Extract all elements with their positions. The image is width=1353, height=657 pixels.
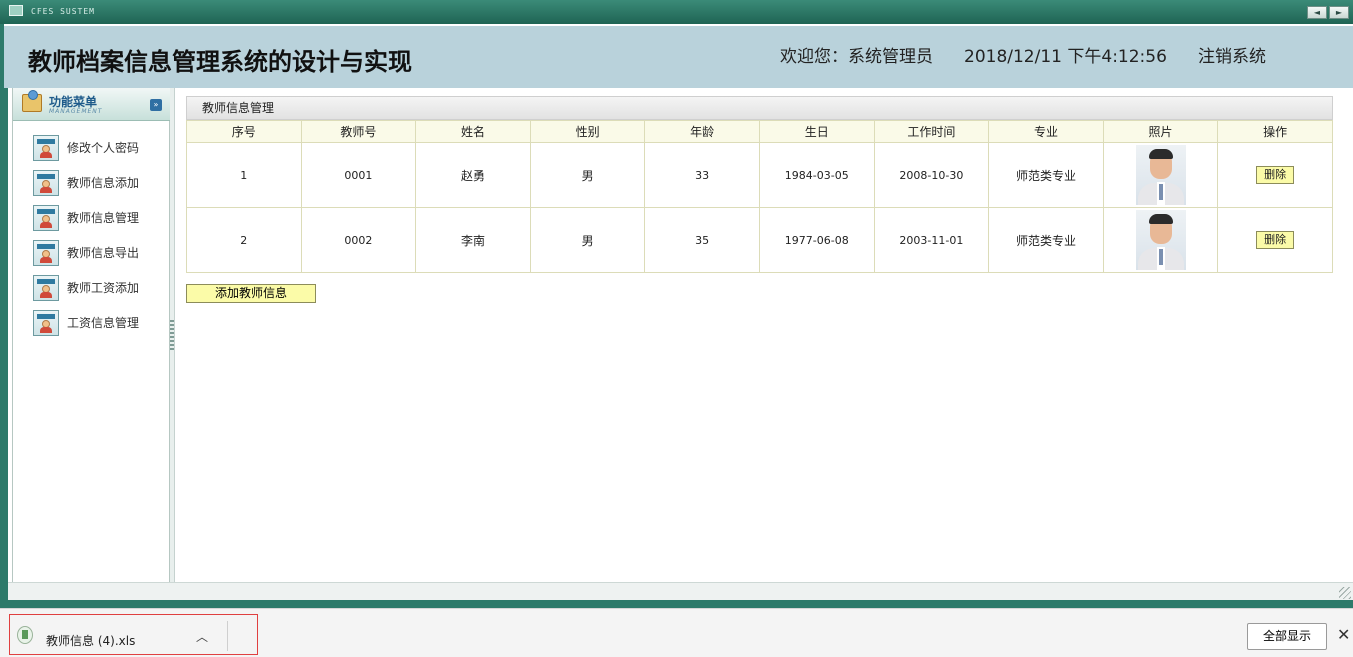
welcome-text: 欢迎您：系统管理员 [780, 47, 933, 67]
cell-age: 33 [644, 142, 760, 208]
column-header: 姓名 [415, 120, 531, 143]
excel-file-icon [17, 626, 33, 644]
cell-gender: 男 [529, 142, 646, 208]
cell-major: 师范类专业 [988, 142, 1104, 208]
user-card-icon [33, 239, 59, 266]
cell-birthday: 1984-03-05 [758, 142, 875, 208]
column-header: 序号 [186, 120, 302, 143]
nav-next-button[interactable]: ► [1329, 6, 1349, 19]
sidebar-item-add-salary[interactable]: 教师工资添加 [13, 270, 170, 305]
table-row: 1 0001 赵勇 男 33 1984-03-05 2008-10-30 师范类… [186, 142, 1333, 208]
teacher-photo [1135, 210, 1186, 270]
sidebar-splitter[interactable] [170, 88, 175, 582]
column-header: 性别 [529, 120, 646, 143]
sidebar-item-change-password[interactable]: 修改个人密码 [13, 130, 170, 165]
download-bar: 教师信息 (4).xls ︿ 全部显示 ✕ [0, 608, 1353, 657]
sidebar-item-label: 工资信息管理 [67, 316, 140, 330]
nav-prev-button[interactable]: ◄ [1307, 6, 1327, 19]
status-bar [8, 582, 1353, 600]
show-all-button[interactable]: 全部显示 [1247, 623, 1327, 650]
column-header: 操作 [1217, 120, 1333, 143]
column-header: 专业 [988, 120, 1104, 143]
sidebar-item-manage-teachers[interactable]: 教师信息管理 [13, 200, 170, 235]
title-nav-buttons: ◄ ► [1307, 6, 1349, 19]
menu-subtitle: MANAGEMENT [49, 108, 103, 115]
cell-photo [1102, 142, 1219, 208]
download-file-name[interactable]: 教师信息 (4).xls [46, 632, 135, 649]
chevron-up-icon[interactable]: ︿ [196, 628, 208, 645]
cell-birthday: 1977-06-08 [758, 207, 875, 273]
cell-work-date: 2008-10-30 [873, 142, 990, 208]
cell-action: 删除 [1217, 142, 1333, 208]
table-header-row: 序号 教师号 姓名 性别 年龄 生日 工作时间 专业 照片 操作 [186, 120, 1333, 143]
menu-list: 修改个人密码 教师信息添加 教师信息管理 教师信息导出 教师工资添加 工资信息管… [13, 130, 170, 340]
cell-seq: 2 [186, 207, 302, 273]
cell-seq: 1 [186, 142, 302, 208]
user-card-icon [33, 169, 59, 196]
sidebar-item-label: 教师工资添加 [67, 281, 140, 295]
column-header: 照片 [1102, 120, 1219, 143]
content-area: 功能菜单 MANAGEMENT » 修改个人密码 教师信息添加 教师信息管理 教… [8, 88, 1353, 582]
cell-name: 李南 [415, 207, 531, 273]
menu-header: 功能菜单 MANAGEMENT » [13, 88, 170, 121]
page-header: 教师档案信息管理系统的设计与实现 欢迎您：系统管理员 2018/12/11 下午… [4, 24, 1353, 88]
cell-age: 35 [644, 207, 760, 273]
menu-home-icon [22, 90, 42, 112]
column-header: 教师号 [300, 120, 417, 143]
sidebar-item-label: 教师信息管理 [67, 211, 140, 225]
add-teacher-button[interactable]: 添加教师信息 [186, 284, 316, 303]
close-icon[interactable]: ✕ [1337, 625, 1350, 644]
splitter-grip[interactable] [170, 320, 174, 350]
datetime-text: 2018/12/11 下午4:12:56 [964, 47, 1167, 67]
sidebar-item-manage-salary[interactable]: 工资信息管理 [13, 305, 170, 340]
user-card-icon [33, 204, 59, 231]
cell-teacher-no: 0002 [300, 207, 417, 273]
main-panel: 教师信息管理 序号 教师号 姓名 性别 年龄 生日 工作时间 专业 照片 操作 [186, 96, 1333, 303]
sidebar-item-label: 修改个人密码 [67, 141, 140, 155]
column-header: 生日 [758, 120, 875, 143]
monitor-icon [9, 5, 23, 16]
panel-title: 教师信息管理 [186, 96, 1333, 120]
chevron-down-icon[interactable]: » [150, 99, 162, 111]
logout-link[interactable]: 注销系统 [1198, 42, 1266, 67]
resize-grip[interactable] [1339, 587, 1351, 599]
download-item[interactable]: 教师信息 (4).xls ︿ [9, 614, 258, 655]
app-title: CFES SUSTEM [31, 7, 95, 16]
cell-major: 师范类专业 [988, 207, 1104, 273]
sidebar-item-export-teachers[interactable]: 教师信息导出 [13, 235, 170, 270]
cell-gender: 男 [529, 207, 646, 273]
delete-button[interactable]: 删除 [1256, 166, 1295, 184]
delete-button[interactable]: 删除 [1256, 231, 1295, 249]
column-header: 年龄 [644, 120, 760, 143]
column-header: 工作时间 [873, 120, 990, 143]
page-title: 教师档案信息管理系统的设计与实现 [28, 48, 412, 76]
title-bar: CFES SUSTEM ◄ ► [0, 0, 1353, 24]
teachers-table: 序号 教师号 姓名 性别 年龄 生日 工作时间 专业 照片 操作 1 0001 … [186, 120, 1333, 273]
user-card-icon [33, 309, 59, 336]
user-card-icon [33, 274, 59, 301]
sidebar-item-label: 教师信息导出 [67, 246, 140, 260]
cell-name: 赵勇 [415, 142, 531, 208]
divider [227, 621, 228, 651]
table-row: 2 0002 李南 男 35 1977-06-08 2003-11-01 师范类… [186, 207, 1333, 273]
cell-action: 删除 [1217, 207, 1333, 273]
sidebar-item-label: 教师信息添加 [67, 176, 140, 190]
cell-teacher-no: 0001 [300, 142, 417, 208]
user-card-icon [33, 134, 59, 161]
sidebar: 功能菜单 MANAGEMENT » 修改个人密码 教师信息添加 教师信息管理 教… [12, 88, 170, 582]
cell-photo [1102, 207, 1219, 273]
cell-work-date: 2003-11-01 [873, 207, 990, 273]
sidebar-item-add-teacher[interactable]: 教师信息添加 [13, 165, 170, 200]
app-window: CFES SUSTEM ◄ ► 教师档案信息管理系统的设计与实现 欢迎您：系统管… [0, 0, 1353, 608]
teacher-photo [1135, 145, 1186, 205]
